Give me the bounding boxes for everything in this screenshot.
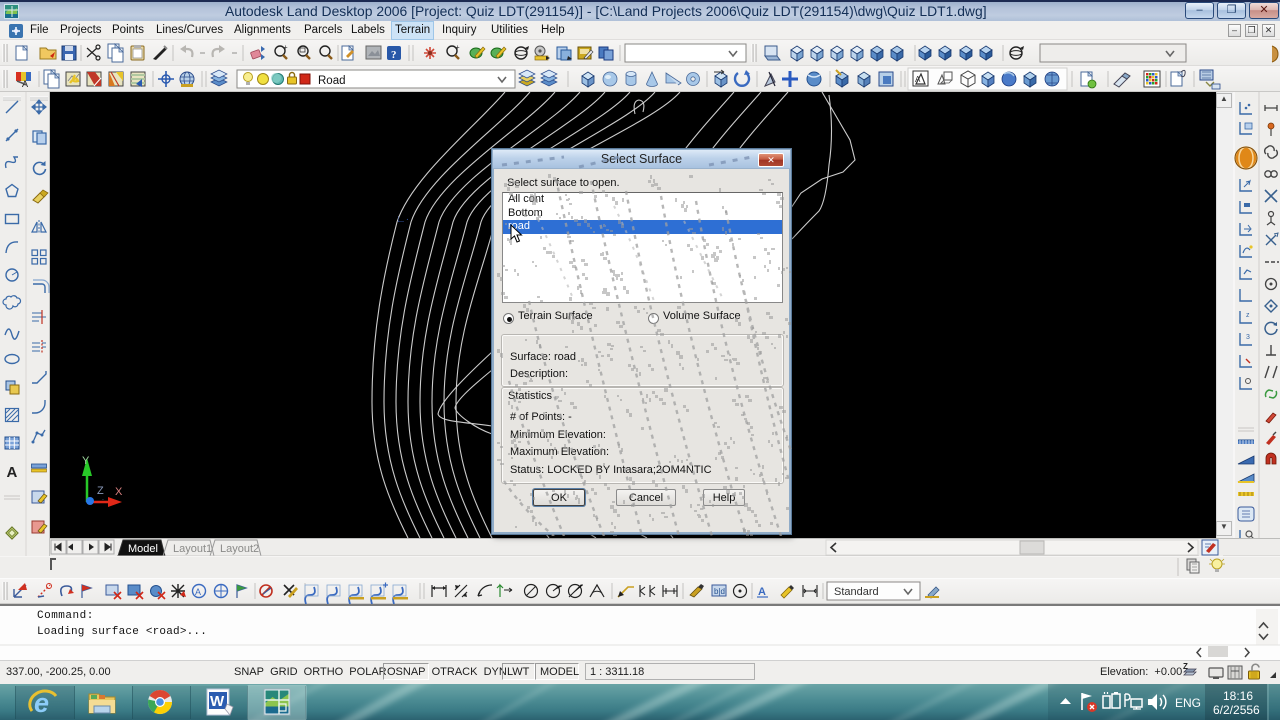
svg-text:18:16: 18:16 [1223,689,1253,703]
svg-text:.: . [102,495,104,502]
svg-text:Y: Y [82,455,90,467]
svg-text:Standard: Standard [834,586,879,598]
svg-text:+: + [283,43,288,52]
svg-text:3: 3 [1246,334,1250,341]
svg-text:A: A [195,587,201,597]
svg-text:A: A [915,75,921,84]
svg-text:Road: Road [318,75,346,87]
svg-text:6/2/2556: 6/2/2556 [1213,703,1260,717]
svg-text:A: A [7,464,18,481]
svg-text:ENG: ENG [1175,696,1201,710]
svg-text:Layout1: Layout1 [173,543,212,555]
svg-text:X: X [115,486,123,498]
svg-text:A: A [758,586,766,598]
svg-text:b|d: b|d [714,587,725,596]
svg-text:Z: Z [1183,662,1188,671]
svg-text:W: W [210,693,225,710]
svg-text:z: z [1246,312,1250,319]
svg-text:+: + [455,43,460,52]
svg-text:∟·: ∟· [396,214,409,225]
svg-text:Layout2: Layout2 [220,543,259,555]
svg-text:Model: Model [128,543,158,555]
svg-text:?: ? [391,49,397,61]
